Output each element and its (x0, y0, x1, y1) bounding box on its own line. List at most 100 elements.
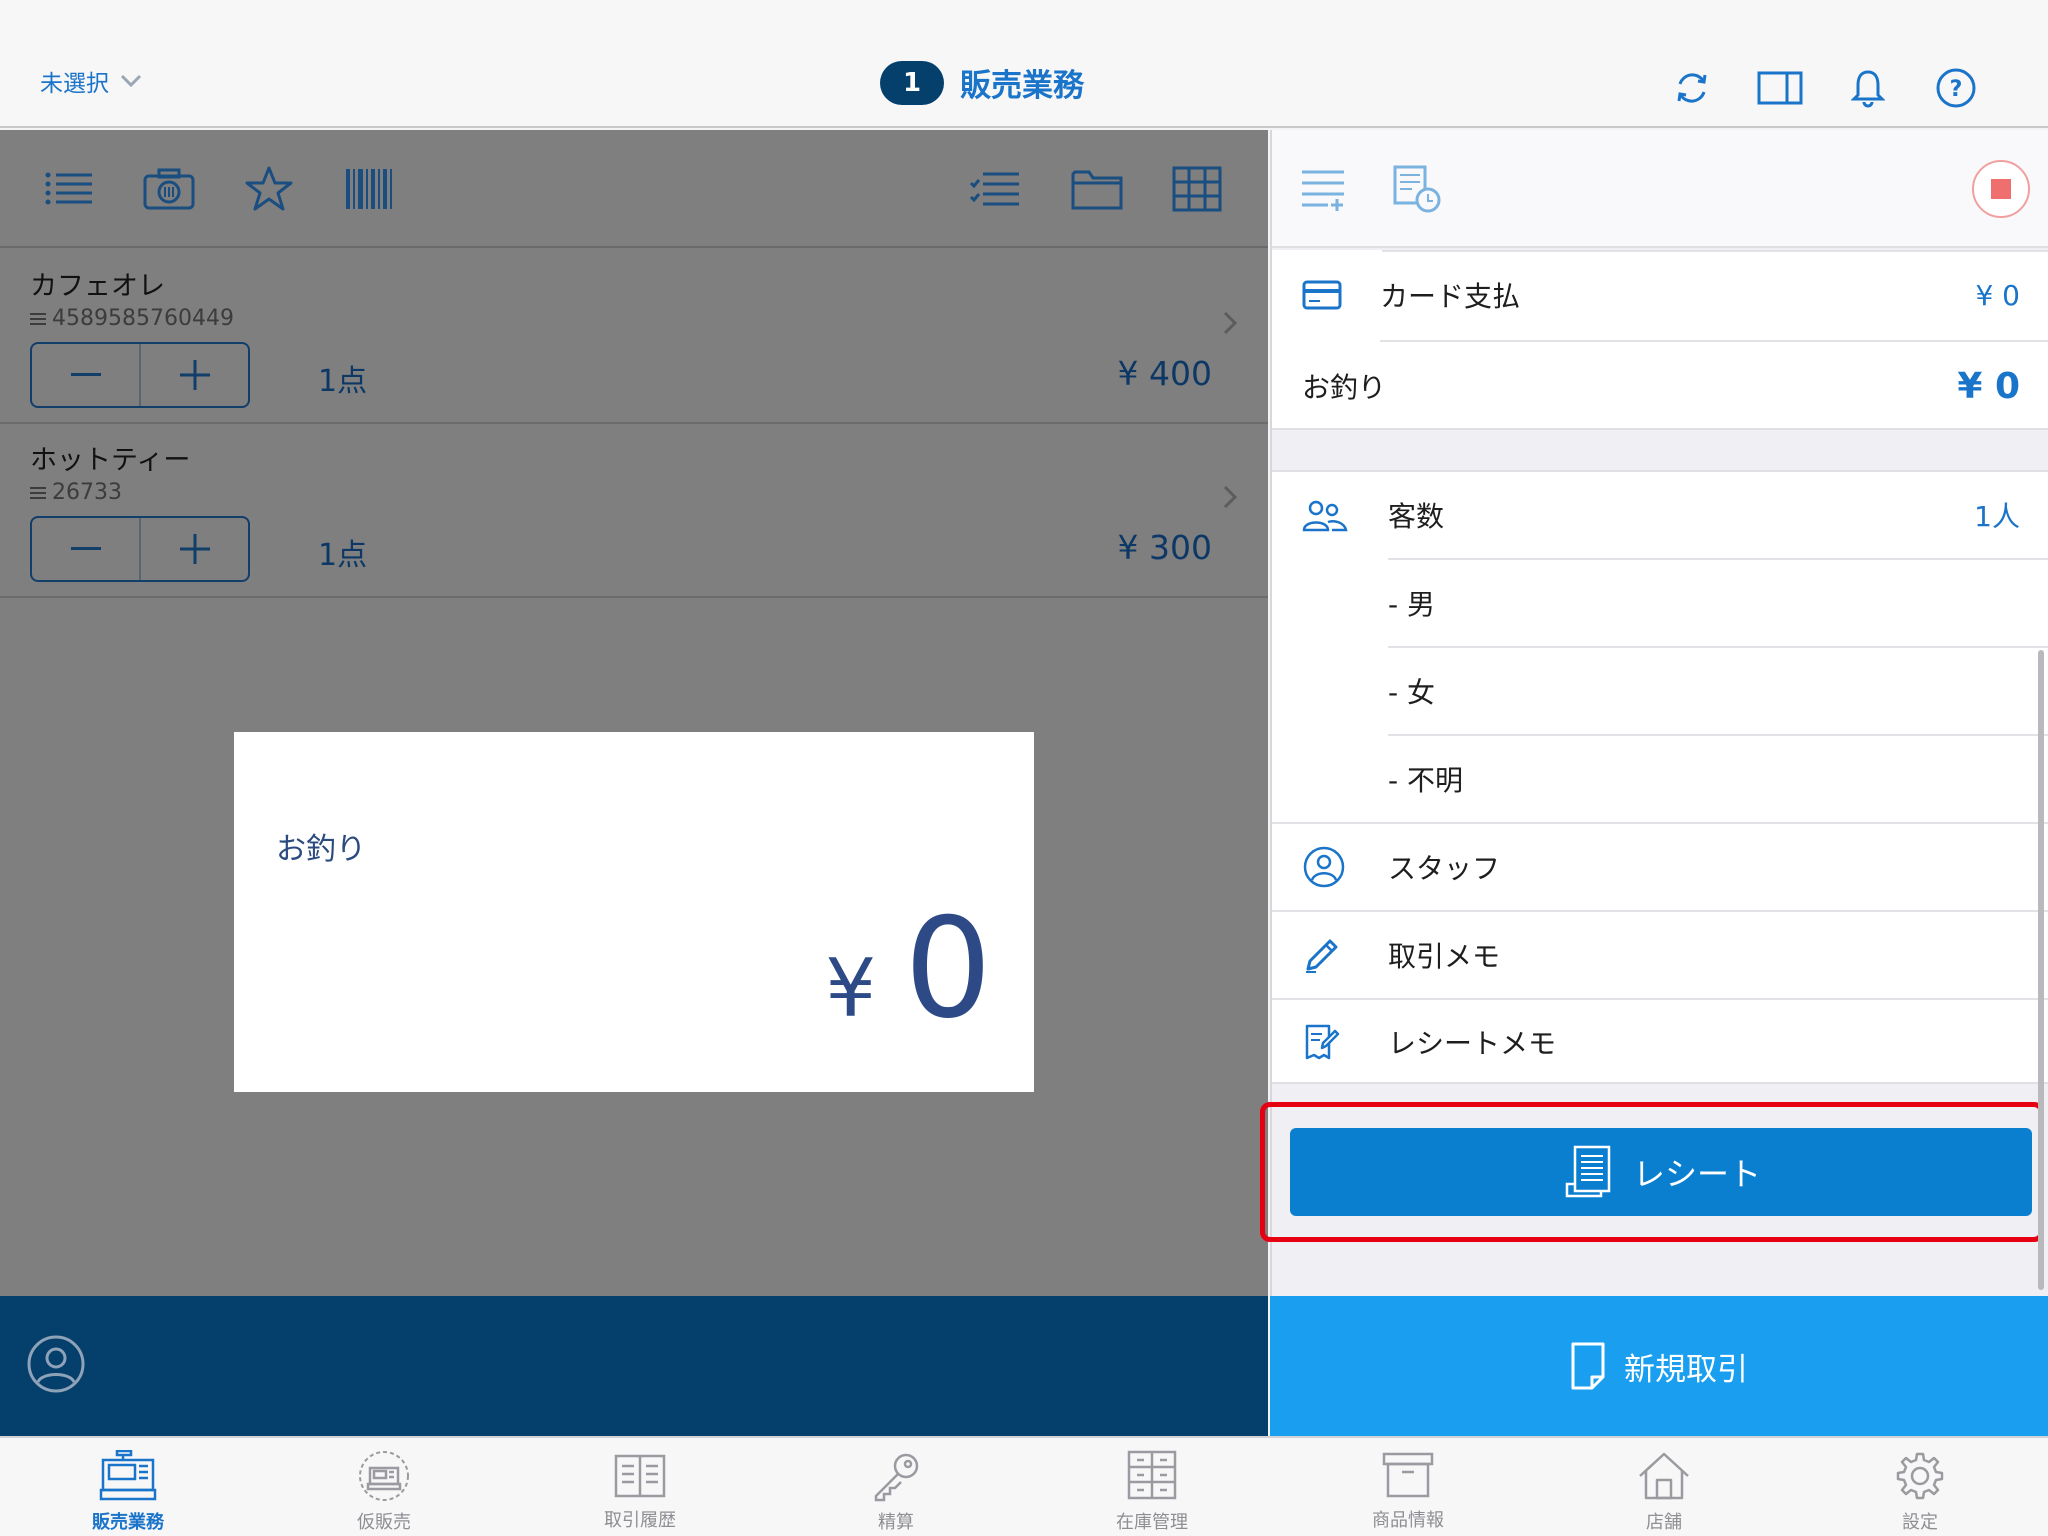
cancel-transaction-button[interactable] (1972, 160, 2030, 218)
receipt-button[interactable]: レシート (1290, 1128, 2032, 1216)
page-title: 1 販売業務 (880, 60, 1084, 105)
male-count-label: - 男 (1388, 588, 1436, 621)
item-name: ホットティー (30, 445, 191, 476)
item-code-text: 26733 (52, 480, 122, 505)
tab-transaction-history[interactable]: 取引履歴 (512, 1438, 768, 1536)
tab-settings[interactable]: 設定 (1792, 1438, 2048, 1536)
customer-count-row[interactable]: 客数 1人 (1272, 472, 2048, 558)
tab-label: 設定 (1902, 1512, 1938, 1533)
checklist-icon[interactable] (966, 160, 1024, 218)
female-count-row[interactable]: - 女 (1272, 648, 2048, 734)
plus-icon (179, 360, 210, 390)
tab-label: 仮販売 (357, 1512, 411, 1533)
increment-button[interactable] (139, 344, 248, 406)
star-icon[interactable] (240, 160, 298, 218)
temp-register-icon (359, 1451, 409, 1501)
minus-icon (70, 373, 101, 376)
card-payment-value: ¥ 0 (1975, 278, 2020, 312)
store-selector[interactable]: 未選択 (40, 64, 143, 98)
staff-label: スタッフ (1388, 852, 1501, 885)
chevron-down-icon (120, 74, 142, 88)
chevron-right-icon[interactable] (1222, 310, 1238, 336)
change-row: お釣り ¥ 0 (1272, 342, 2048, 430)
unknown-count-row[interactable]: - 不明 (1272, 736, 2048, 822)
cart-item[interactable]: ホットティー 26733 1点 ¥ 300 (0, 424, 1268, 598)
change-card-currency: ¥ (825, 942, 877, 1035)
code-list-icon (30, 312, 46, 325)
register-area: カフェオレ 4589585760449 1点 ¥ 400 ホットティー 2673… (0, 130, 1268, 1436)
transaction-memo-row[interactable]: 取引メモ (1272, 912, 2048, 998)
tab-label: 取引履歴 (604, 1510, 676, 1531)
pencil-icon (1306, 939, 1338, 973)
gear-icon (1896, 1452, 1944, 1500)
transaction-details-section: 客数 1人 - 男 - 女 - 不明 スタッフ 取引メモ レシートメモ (1272, 470, 2048, 1084)
tab-product-info[interactable]: 商品情報 (1280, 1438, 1536, 1536)
tab-temporary-sales[interactable]: 仮販売 (256, 1438, 512, 1536)
inventory-icon (1127, 1450, 1177, 1500)
item-code-text: 4589585760449 (52, 306, 234, 331)
customers-icon (1302, 500, 1348, 532)
bottom-tab-bar: 販売業務 仮販売 取引履歴 精算 在庫管理 商品情報 店舗 設定 (0, 1436, 2048, 1536)
item-price: ¥ 400 (1117, 354, 1212, 393)
receipt-memo-label: レシートメモ (1388, 1027, 1557, 1060)
cart-item[interactable]: カフェオレ 4589585760449 1点 ¥ 400 (0, 250, 1268, 424)
add-list-icon[interactable] (1292, 158, 1354, 220)
product-toolbar (0, 130, 1268, 248)
stop-icon (1991, 179, 2011, 199)
help-icon[interactable]: ? (1928, 60, 1984, 116)
store-icon (1639, 1452, 1689, 1500)
female-count-label: - 女 (1388, 676, 1436, 709)
tab-label: 店舗 (1646, 1512, 1682, 1533)
grid-view-icon[interactable] (1168, 160, 1226, 218)
box-icon (1382, 1452, 1434, 1498)
receipt-icon (1565, 1145, 1611, 1198)
item-price: ¥ 300 (1117, 528, 1212, 567)
card-payment-label: カード支払 (1380, 280, 1521, 313)
tab-settlement[interactable]: 精算 (768, 1438, 1024, 1536)
increment-button[interactable] (139, 518, 248, 580)
staff-row[interactable]: スタッフ (1272, 824, 2048, 910)
sync-icon[interactable] (1664, 60, 1720, 116)
change-display-card: お釣り ¥ 0 (234, 732, 1034, 1092)
transaction-memo-label: 取引メモ (1388, 940, 1501, 973)
page-title-text: 販売業務 (960, 68, 1084, 104)
split-view-icon[interactable] (1752, 60, 1808, 116)
pending-transaction-icon[interactable] (1386, 158, 1448, 220)
list-view-icon[interactable] (40, 160, 98, 218)
folder-icon[interactable] (1068, 160, 1126, 218)
tab-label: 在庫管理 (1116, 1512, 1188, 1533)
customer-avatar-icon[interactable] (26, 1334, 86, 1394)
top-navigation-bar: 未選択 1 販売業務 ? (0, 0, 2048, 128)
tab-register[interactable]: 販売業務 (0, 1438, 256, 1536)
item-code: 4589585760449 (30, 306, 234, 331)
chevron-right-icon[interactable] (1222, 484, 1238, 510)
tab-label: 商品情報 (1372, 1510, 1444, 1531)
new-document-icon (1571, 1342, 1605, 1390)
tab-inventory[interactable]: 在庫管理 (1024, 1438, 1280, 1536)
card-payment-row[interactable]: カード支払 ¥ 0 (1272, 250, 2048, 340)
customer-count-value: 1人 (1974, 500, 2020, 533)
receipt-memo-icon (1305, 1024, 1340, 1060)
item-name: カフェオレ (30, 271, 165, 302)
change-value: ¥ 0 (1957, 365, 2020, 407)
scrollbar[interactable] (2038, 650, 2044, 1290)
new-transaction-button[interactable]: 新規取引 (1270, 1296, 2048, 1436)
store-selector-label: 未選択 (40, 71, 109, 97)
receipt-memo-row[interactable]: レシートメモ (1272, 1000, 2048, 1084)
tab-store[interactable]: 店舗 (1536, 1438, 1792, 1536)
quantity-stepper (30, 342, 250, 408)
tab-label: 販売業務 (92, 1512, 164, 1533)
receipt-button-label: レシート (1632, 1155, 1761, 1193)
tab-label: 精算 (878, 1512, 914, 1533)
bell-icon[interactable] (1840, 60, 1896, 116)
camera-icon[interactable] (140, 160, 198, 218)
plus-icon (179, 534, 210, 564)
decrement-button[interactable] (32, 518, 139, 580)
minus-icon (70, 547, 101, 550)
barcode-icon[interactable] (340, 160, 398, 218)
decrement-button[interactable] (32, 344, 139, 406)
checkout-panel: カード支払 ¥ 0 お釣り ¥ 0 客数 1人 - 男 - 女 - 不明 スタッ… (1260, 130, 2048, 1296)
register-number-badge: 1 (880, 60, 944, 105)
customer-count-label: 客数 (1388, 500, 1445, 533)
male-count-row[interactable]: - 男 (1272, 560, 2048, 646)
